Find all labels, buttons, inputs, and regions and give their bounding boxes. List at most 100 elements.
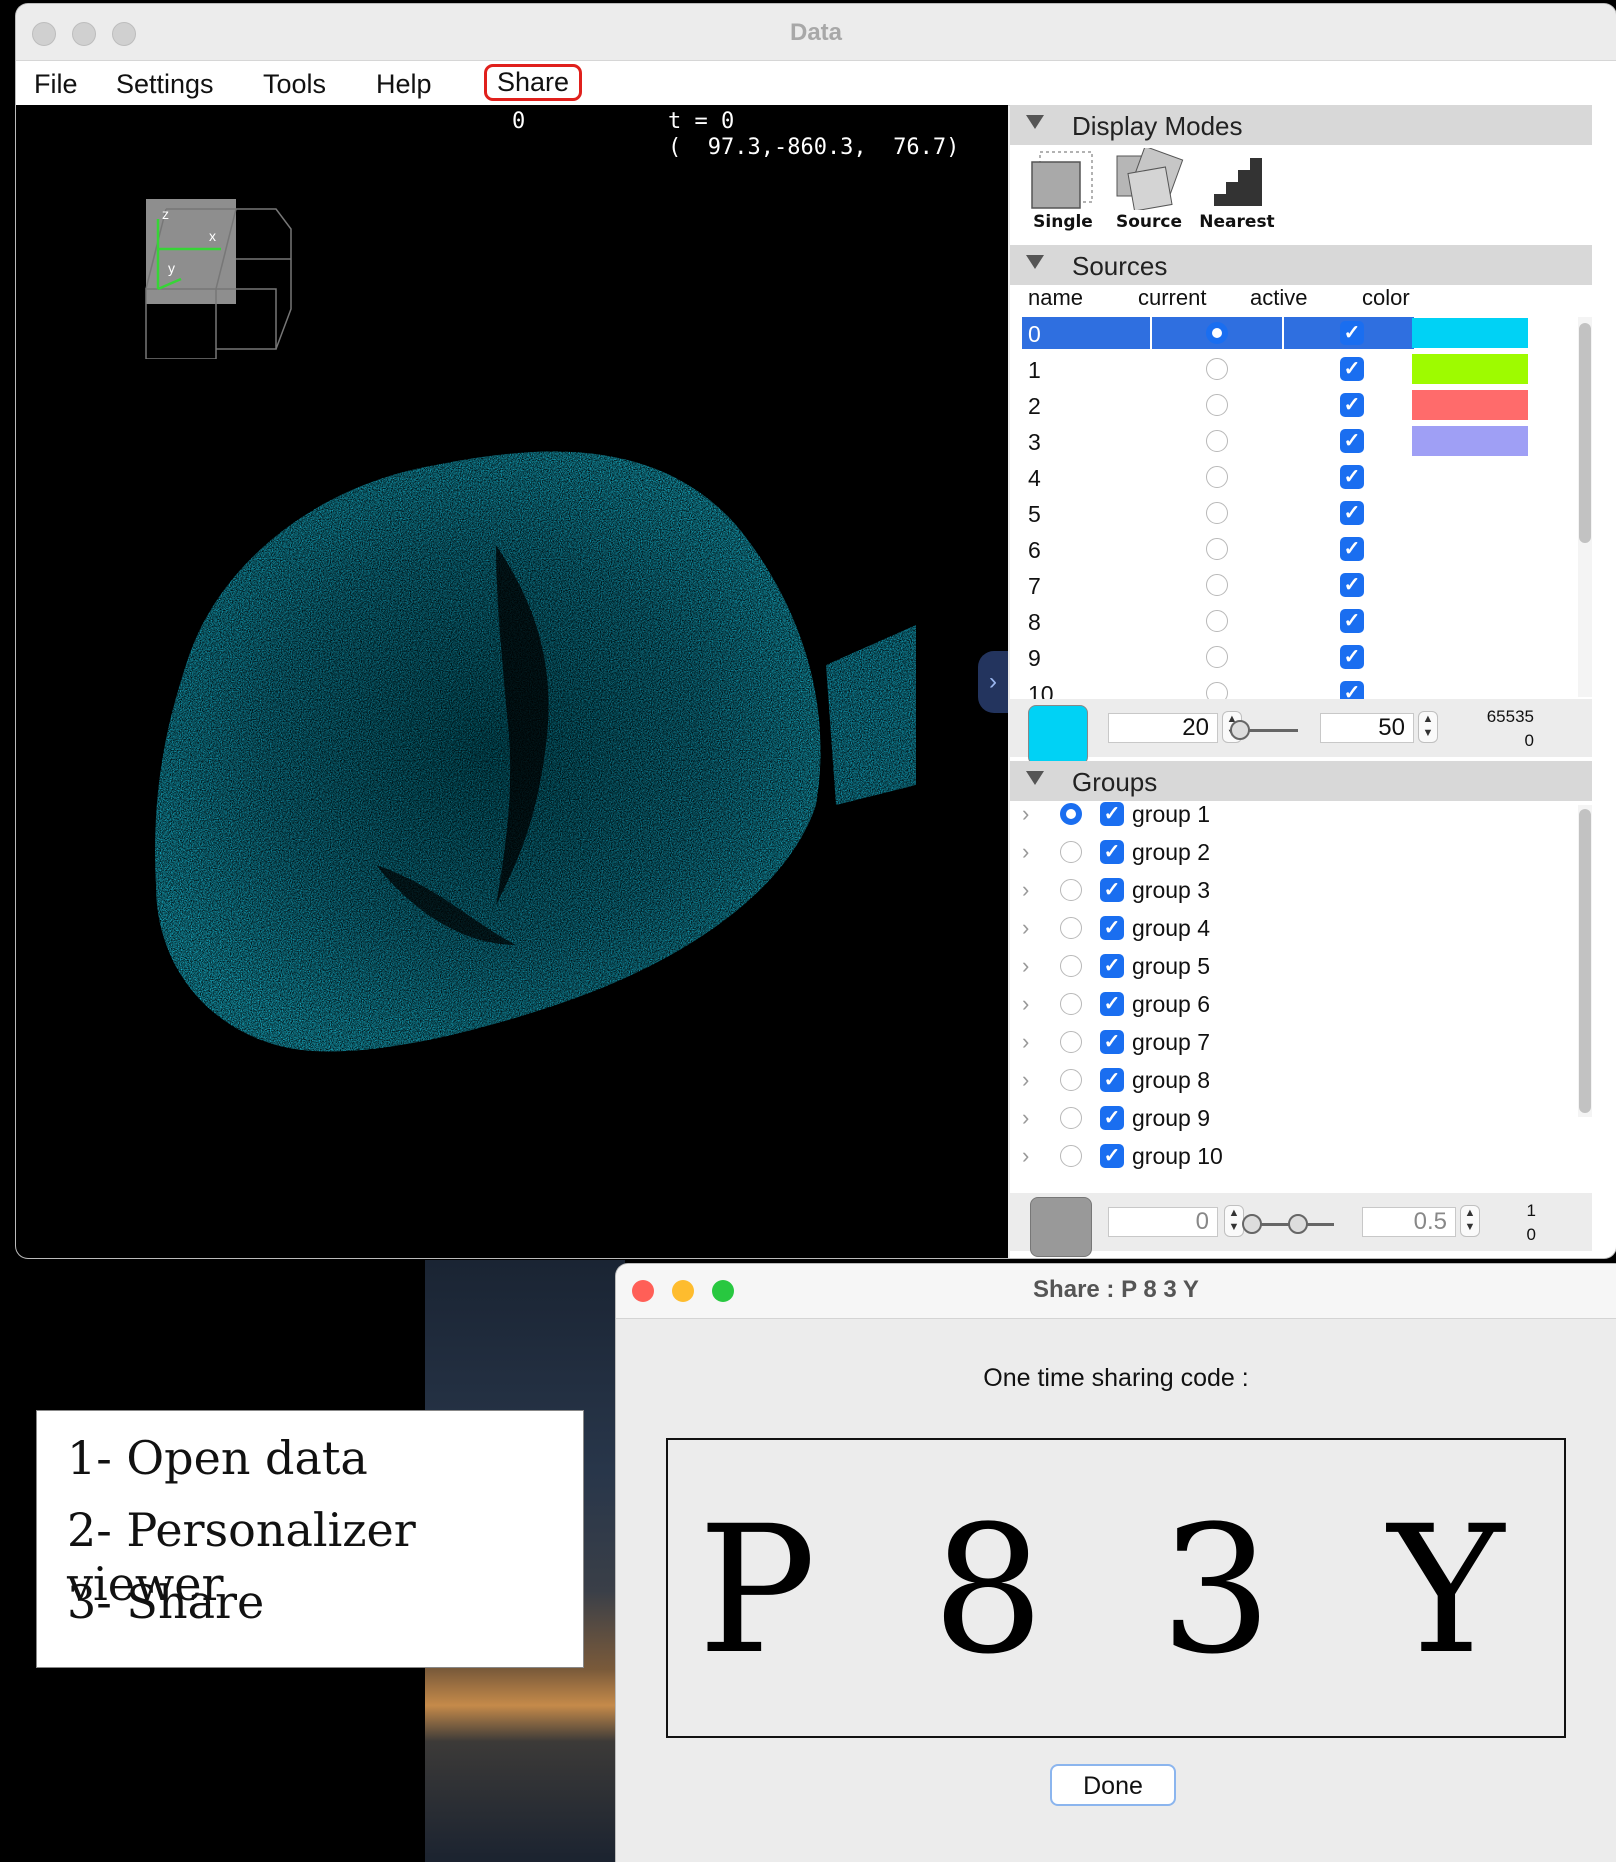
column-active-header[interactable]: active [1250,285,1307,311]
group-current-radio[interactable] [1060,841,1082,863]
current-radio[interactable] [1206,430,1228,452]
group-current-radio[interactable] [1060,917,1082,939]
group-active-checkbox[interactable]: ✓ [1100,1106,1124,1130]
group-current-radio[interactable] [1060,993,1082,1015]
group-current-radio[interactable] [1060,879,1082,901]
chevron-right-icon[interactable]: › [1022,1105,1029,1131]
current-radio[interactable] [1206,322,1228,344]
sources-scrollbar[interactable] [1578,317,1592,697]
source-row[interactable]: 7 ✓ [1022,569,1552,603]
source-row[interactable]: 6 ✓ [1022,533,1552,567]
groups-scroll-thumb[interactable] [1579,809,1591,1113]
group-row[interactable]: › ✓ group 10 [1022,1141,1562,1173]
group-min-input[interactable]: 0 [1108,1207,1218,1237]
groups-header[interactable]: Groups [1010,761,1592,801]
menu-share[interactable]: Share [484,64,583,101]
source-color-swatch[interactable] [1412,390,1528,420]
chevron-right-icon[interactable]: › [1022,1029,1029,1055]
active-checkbox[interactable]: ✓ [1340,465,1364,489]
current-radio[interactable] [1206,358,1228,380]
group-active-checkbox[interactable]: ✓ [1100,1144,1124,1168]
menu-help[interactable]: Help [376,69,432,100]
source-color-swatch[interactable] [1412,318,1528,348]
column-current-header[interactable]: current [1138,285,1206,311]
group-current-radio[interactable] [1060,803,1082,825]
chevron-right-icon[interactable]: › [1022,1067,1029,1093]
current-radio[interactable] [1206,646,1228,668]
current-radio[interactable] [1206,502,1228,524]
group-row[interactable]: › ✓ group 9 [1022,1103,1562,1135]
current-radio[interactable] [1206,574,1228,596]
done-button[interactable]: Done [1050,1764,1176,1806]
current-radio[interactable] [1206,538,1228,560]
group-range-low-knob[interactable] [1242,1214,1262,1234]
group-min-stepper[interactable]: ▲ ▼ [1224,1205,1244,1237]
source-max-input[interactable]: 50 [1320,713,1414,743]
source-row[interactable]: 8 ✓ [1022,605,1552,639]
active-checkbox[interactable]: ✓ [1340,501,1364,525]
source-color-button[interactable] [1028,705,1088,765]
expand-panel-handle[interactable]: › [978,651,1008,713]
group-active-checkbox[interactable]: ✓ [1100,802,1124,826]
group-row[interactable]: › ✓ group 4 [1022,913,1562,945]
group-active-checkbox[interactable]: ✓ [1100,916,1124,940]
group-current-radio[interactable] [1060,1107,1082,1129]
display-modes-header[interactable]: Display Modes [1010,105,1592,145]
group-max-input[interactable]: 0.5 [1362,1207,1456,1237]
active-checkbox[interactable]: ✓ [1340,429,1364,453]
current-radio[interactable] [1206,610,1228,632]
sources-scroll-thumb[interactable] [1579,323,1591,543]
chevron-right-icon[interactable]: › [1022,1143,1029,1169]
source-color-swatch[interactable] [1412,354,1528,384]
active-checkbox[interactable]: ✓ [1340,357,1364,381]
active-checkbox[interactable]: ✓ [1340,537,1364,561]
group-active-checkbox[interactable]: ✓ [1100,878,1124,902]
current-radio[interactable] [1206,466,1228,488]
active-checkbox[interactable]: ✓ [1340,609,1364,633]
active-checkbox[interactable]: ✓ [1340,321,1364,345]
source-row[interactable]: 9 ✓ [1022,641,1552,675]
source-mode-button[interactable]: Source [1104,146,1194,238]
chevron-right-icon[interactable]: › [1022,915,1029,941]
sources-header[interactable]: Sources [1010,245,1592,285]
menu-settings[interactable]: Settings [116,69,214,100]
source-max-stepper[interactable]: ▲ ▼ [1418,711,1438,743]
source-row[interactable]: 4 ✓ [1022,461,1552,495]
group-row[interactable]: › ✓ group 8 [1022,1065,1562,1097]
group-row[interactable]: › ✓ group 7 [1022,1027,1562,1059]
chevron-right-icon[interactable]: › [1022,991,1029,1017]
chevron-right-icon[interactable]: › [1022,839,1029,865]
group-row[interactable]: › ✓ group 3 [1022,875,1562,907]
menu-file[interactable]: File [34,69,78,100]
group-active-checkbox[interactable]: ✓ [1100,840,1124,864]
chevron-right-icon[interactable]: › [1022,953,1029,979]
column-name-header[interactable]: name [1028,285,1083,311]
group-active-checkbox[interactable]: ✓ [1100,992,1124,1016]
menu-tools[interactable]: Tools [263,69,326,100]
source-row[interactable]: 5 ✓ [1022,497,1552,531]
image-viewer[interactable]: 0 t = 0 ( 97.3,-860.3, 76.7) z x y › [16,105,1008,1258]
group-active-checkbox[interactable]: ✓ [1100,954,1124,978]
active-checkbox[interactable]: ✓ [1340,393,1364,417]
active-checkbox[interactable]: ✓ [1340,645,1364,669]
source-range-knob[interactable] [1230,720,1250,740]
current-radio[interactable] [1206,394,1228,416]
group-active-checkbox[interactable]: ✓ [1100,1068,1124,1092]
single-mode-button[interactable]: Single [1018,146,1108,238]
group-current-radio[interactable] [1060,1145,1082,1167]
chevron-right-icon[interactable]: › [1022,877,1029,903]
group-row[interactable]: › ✓ group 6 [1022,989,1562,1021]
groups-scrollbar[interactable] [1578,805,1592,1117]
group-active-checkbox[interactable]: ✓ [1100,1030,1124,1054]
group-max-stepper[interactable]: ▲ ▼ [1460,1205,1480,1237]
group-current-radio[interactable] [1060,1031,1082,1053]
group-row[interactable]: › ✓ group 1 [1022,799,1562,831]
group-current-radio[interactable] [1060,1069,1082,1091]
active-checkbox[interactable]: ✓ [1340,573,1364,597]
source-min-input[interactable]: 20 [1108,713,1218,743]
group-current-radio[interactable] [1060,955,1082,977]
column-color-header[interactable]: color [1362,285,1410,311]
group-range-high-knob[interactable] [1288,1214,1308,1234]
group-color-button[interactable] [1030,1197,1092,1257]
source-color-swatch[interactable] [1412,426,1528,456]
